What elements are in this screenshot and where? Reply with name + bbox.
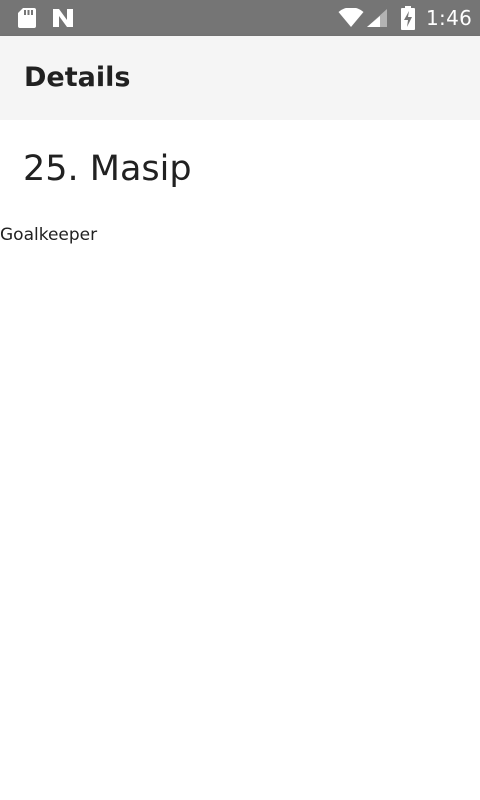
status-time: 1:46 [426,6,473,30]
battery-charging-icon [401,6,415,34]
player-position: Goalkeeper [0,225,98,245]
signal-icon [366,8,388,32]
status-bar: 1:46 [0,0,480,36]
player-name: 25. Masip [23,149,192,189]
wifi-icon [338,7,364,32]
details-content: 25. Masip Goalkeeper [0,120,480,800]
app-bar: Details [0,36,480,120]
sd-card-icon [17,7,37,33]
n-icon [52,8,74,32]
page-title: Details [24,62,131,93]
